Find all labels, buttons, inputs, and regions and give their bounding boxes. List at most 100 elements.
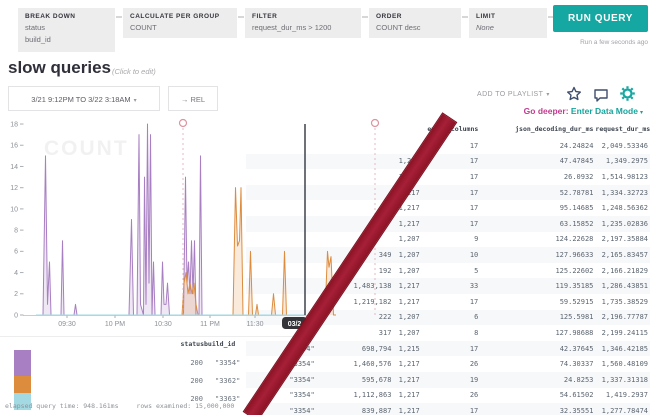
y-tick-label: 4 <box>14 270 18 277</box>
section-divider <box>0 336 302 337</box>
group-cell: "3362" <box>204 372 241 390</box>
results-cell: 125.5981 <box>480 310 595 326</box>
results-row[interactable]: 1,2079124.226282,197.35884 <box>246 232 650 248</box>
results-cell: 1,334.32723 <box>595 185 650 201</box>
chart-watermark: COUNT <box>44 137 129 160</box>
y-tick-label: 14 <box>10 164 18 171</box>
results-cell: 9 <box>422 232 481 248</box>
results-cell <box>246 278 317 294</box>
breakdown-box[interactable]: BREAK DOWN status build_id <box>18 8 115 52</box>
results-cell: 1,735.38529 <box>595 294 650 310</box>
order-box[interactable]: ORDER COUNT desc <box>369 8 461 38</box>
results-cell: 1,235.02836 <box>595 216 650 232</box>
results-cell: 17 <box>422 185 481 201</box>
results-cell: 52.78781 <box>480 185 595 201</box>
group-row[interactable]: 200"3362" <box>130 372 241 390</box>
x-tick-label: 10 PM <box>105 321 125 328</box>
results-cell: 1,217 <box>393 294 421 310</box>
results-cell: 6 <box>422 310 481 326</box>
results-row[interactable]: "3354"839,8871,2171732.355511,277.78474 <box>246 403 650 415</box>
results-cell: 74.30337 <box>480 356 595 372</box>
chevron-down-icon: ▾ <box>134 98 137 104</box>
results-cell <box>317 169 394 185</box>
results-column-header[interactable]: request_dur_ms <box>595 125 650 138</box>
results-column-header[interactable]: json_decoding_dur_ms <box>480 125 595 138</box>
group-header-row: status build_id <box>130 338 241 354</box>
results-cell: 26 <box>422 356 481 372</box>
results-cell: 1,346.42185 <box>595 341 650 357</box>
results-row[interactable]: "3354"1,112,8631,2172654.615021,419.2937 <box>246 388 650 404</box>
results-cell: 1,207 <box>393 247 421 263</box>
column-header-build-id[interactable]: build_id <box>204 338 241 354</box>
results-row[interactable]: 1921,2075125.226022,166.21829 <box>246 263 650 279</box>
raw-results-table[interactable]: event_columnsjson_decoding_dur_msrequest… <box>246 125 650 415</box>
results-cell: 2,165.83457 <box>595 247 650 263</box>
results-row[interactable]: 1,2171795.146851,248.56362 <box>246 200 650 216</box>
gear-icon[interactable] <box>619 85 636 102</box>
results-cell: 1,248.56362 <box>595 200 650 216</box>
go-deeper-label: Go deeper: <box>524 106 569 116</box>
results-column-header[interactable] <box>246 125 317 138</box>
page-title[interactable]: slow queries <box>8 58 111 78</box>
results-cell: 1,217 <box>393 388 421 404</box>
rows-examined-text: rows examined: 15,000,000 <box>136 402 234 410</box>
orange-swatch[interactable] <box>14 376 31 393</box>
results-row[interactable]: 1,483,1381,21733119.351851,286.43851 <box>246 278 650 294</box>
calculate-box[interactable]: CALCULATE PER GROUP COUNT <box>123 8 237 38</box>
time-range-selector[interactable]: 3/21 9:12PM TO 3/22 3:18AM ▾ <box>8 86 160 111</box>
time-marker-handle[interactable] <box>180 120 187 127</box>
comment-icon[interactable] <box>593 87 609 103</box>
run-query-button[interactable]: RUN QUERY <box>553 5 648 32</box>
filter-box[interactable]: FILTER request_dur_ms > 1200 <box>245 8 361 38</box>
results-row[interactable]: 1,219,1821,2171759.529151,735.38529 <box>246 294 650 310</box>
results-cell <box>246 200 317 216</box>
series-legend <box>14 350 31 410</box>
time-range-text: 3/21 9:12PM TO 3/22 3:18AM <box>31 95 130 104</box>
results-row[interactable]: 3491,20710127.966332,165.83457 <box>246 247 650 263</box>
column-header-status[interactable]: status <box>130 338 204 354</box>
results-row[interactable]: "3354"595,6781,2171924.82531,337.31318 <box>246 372 650 388</box>
results-cell: 1,207 <box>393 263 421 279</box>
results-cell: 839,887 <box>317 403 394 415</box>
results-row[interactable]: 1,2171747.478451,349.2975 <box>246 154 650 170</box>
elapsed-time-text: elapsed query time: 948.161ms <box>5 402 119 410</box>
results-cell: 19 <box>422 372 481 388</box>
results-row[interactable]: 1,2171726.09321,514.98123 <box>246 169 650 185</box>
results-cell: 17 <box>422 403 481 415</box>
results-cell: 26 <box>422 388 481 404</box>
star-icon[interactable] <box>566 86 582 102</box>
filter-value: request_dur_ms > 1200 <box>252 23 354 32</box>
results-cell: 24.8253 <box>480 372 595 388</box>
chevron-down-icon: ▾ <box>640 110 643 116</box>
group-row[interactable]: 200"3354" <box>130 354 241 372</box>
results-cell <box>246 154 317 170</box>
rel-toggle-button[interactable]: → REL <box>168 86 218 111</box>
results-cell: 317 <box>317 325 394 341</box>
results-cell <box>246 294 317 310</box>
results-column-header[interactable] <box>317 125 394 138</box>
results-cell: 124.22628 <box>480 232 595 248</box>
results-row[interactable]: 1,2171763.158521,235.02836 <box>246 216 650 232</box>
enter-data-mode-link[interactable]: Enter Data Mode <box>571 106 638 116</box>
y-tick-label: 16 <box>10 143 18 150</box>
results-cell: 1,207 <box>393 310 421 326</box>
results-row[interactable]: "3354"1,460,5761,2172674.303371,560.4810… <box>246 356 650 372</box>
results-cell <box>317 154 394 170</box>
y-tick-label: 6 <box>14 249 18 256</box>
results-cell <box>246 169 317 185</box>
results-cell: 2,166.21829 <box>595 263 650 279</box>
results-cell: 1,215 <box>393 341 421 357</box>
results-column-header[interactable] <box>393 125 421 138</box>
add-to-playlist-button[interactable]: ADD TO PLAYLIST▾ <box>477 91 550 98</box>
results-cell <box>317 185 394 201</box>
y-tick-label: 10 <box>10 206 18 213</box>
results-cell <box>246 138 317 154</box>
group-results-table[interactable]: status build_id 200"3354"200"3362"200"33… <box>130 338 241 408</box>
results-cell: 119.35185 <box>480 278 595 294</box>
limit-box[interactable]: LIMIT None <box>469 8 547 38</box>
purple-swatch[interactable] <box>14 350 31 376</box>
results-row[interactable]: 1724.248242,049.53346 <box>246 138 650 154</box>
results-row[interactable]: 1,2171752.787811,334.32723 <box>246 185 650 201</box>
y-tick-label: 12 <box>10 185 18 192</box>
calculate-label: CALCULATE PER GROUP <box>130 13 230 20</box>
